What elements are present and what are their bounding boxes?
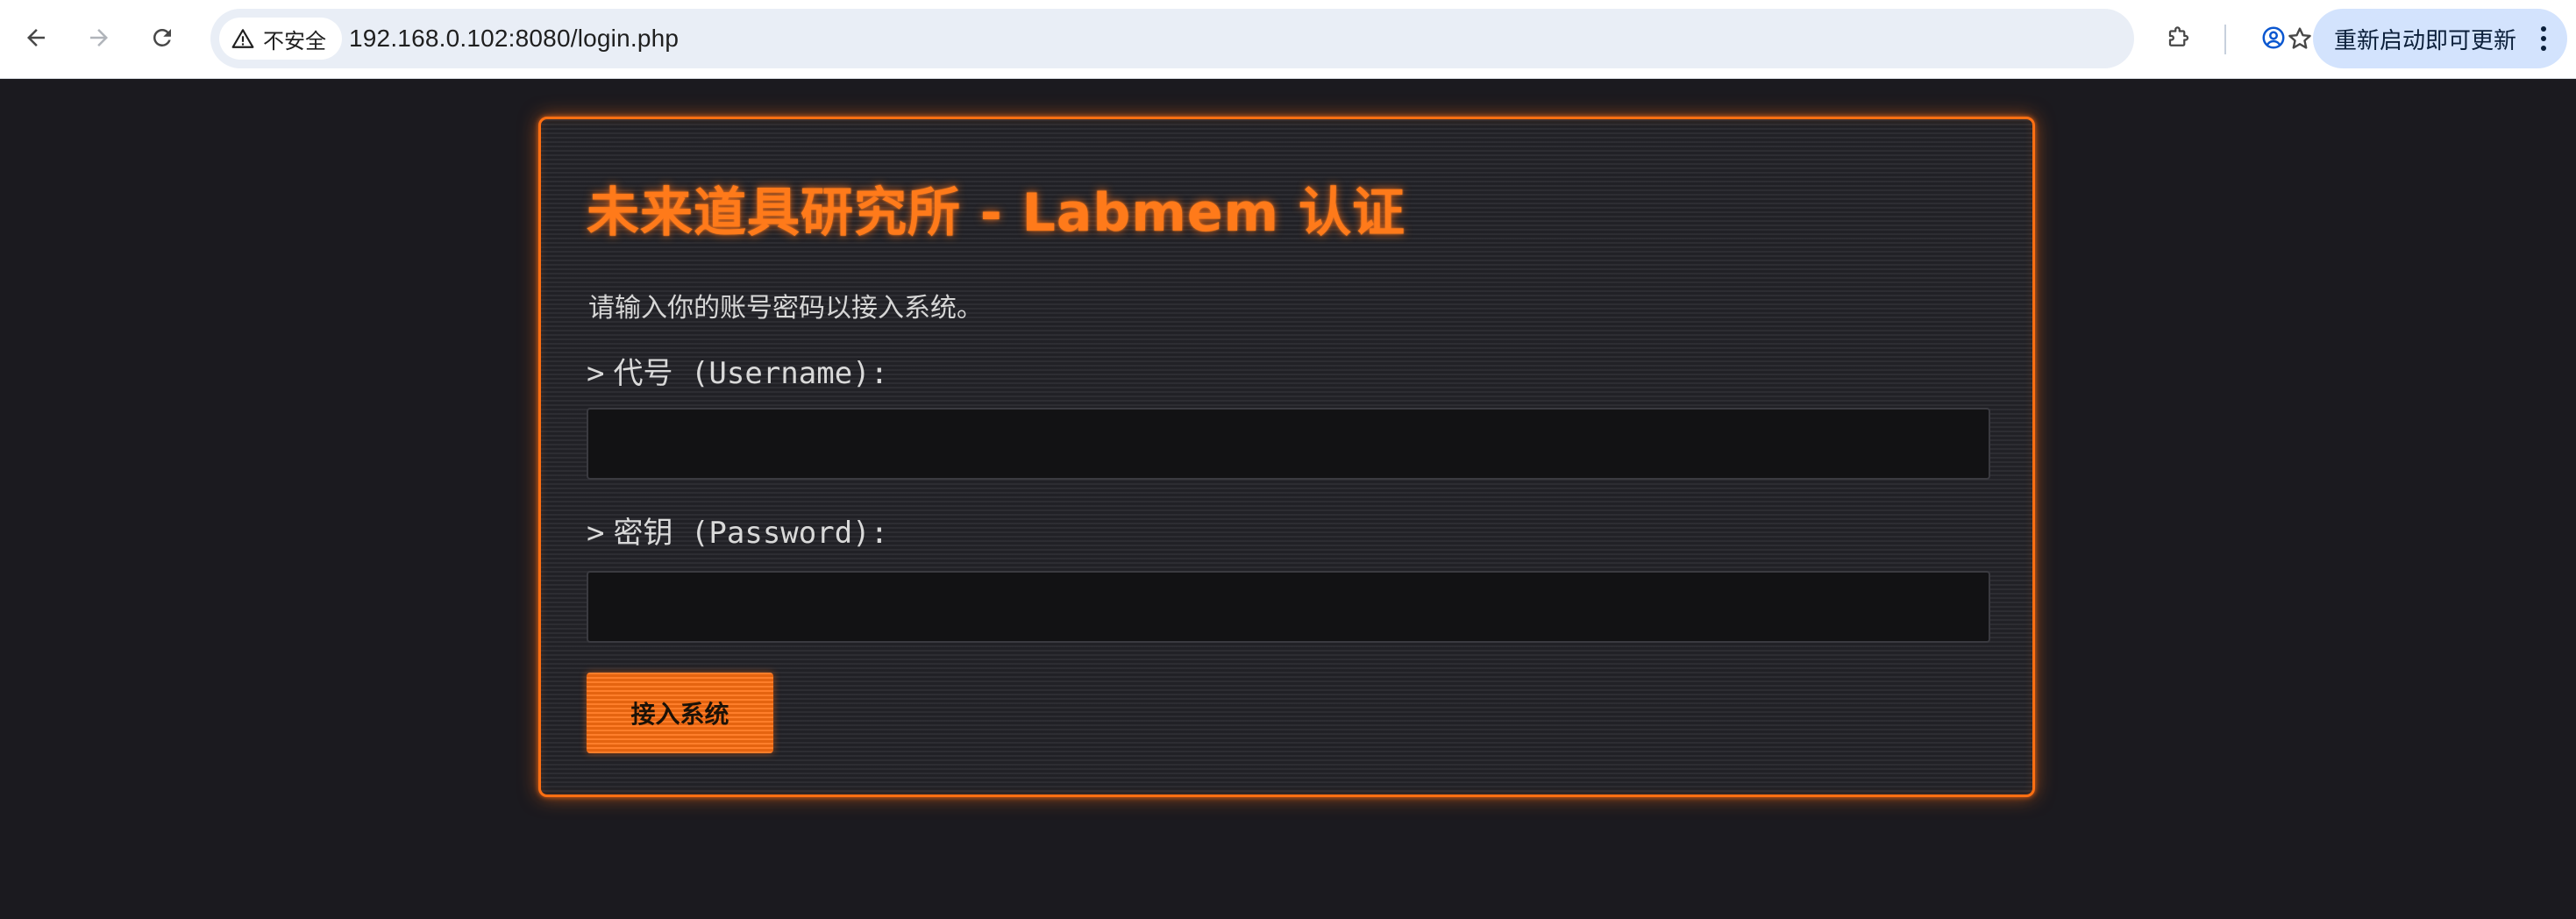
submit-button[interactable]: 接入系统 [587, 673, 773, 753]
login-panel: 未来道具研究所 - Labmem 认证 请输入你的账号密码以接入系统。 > 代号 … [538, 117, 2035, 797]
profile-button[interactable] [2253, 18, 2294, 58]
more-vertical-icon[interactable] [2541, 26, 2546, 51]
page-viewport: 未来道具研究所 - Labmem 认证 请输入你的账号密码以接入系统。 > 代号 … [0, 80, 2576, 919]
update-relaunch-label: 重新启动即可更新 [2334, 26, 2517, 53]
account-circle-icon [2262, 26, 2285, 49]
warning-triangle-icon [231, 29, 254, 48]
username-prompt: > [587, 356, 605, 391]
reload-icon [153, 28, 171, 46]
security-chip[interactable]: 不安全 [219, 18, 342, 60]
username-label-text: 代号 (Username): [613, 356, 889, 391]
url-text[interactable]: 192.168.0.102:8080/login.php [349, 9, 679, 68]
browser-toolbar: 不安全 192.168.0.102:8080/login.php 重新启动即可更… [0, 0, 2576, 79]
arrow-right-icon [90, 29, 108, 46]
username-label: > 代号 (Username): [587, 349, 888, 392]
toolbar-divider [2224, 25, 2226, 54]
extensions-button[interactable] [2159, 18, 2199, 58]
page-title: 未来道具研究所 - Labmem 认证 [587, 182, 1405, 244]
back-button[interactable] [16, 18, 56, 58]
password-label-text: 密钥 (Password): [613, 516, 889, 551]
password-label: > 密钥 (Password): [587, 509, 888, 552]
login-description: 请输入你的账号密码以接入系统。 [588, 294, 983, 323]
forward-button[interactable] [79, 18, 119, 58]
password-input[interactable] [587, 571, 1990, 643]
arrow-left-icon [27, 29, 45, 46]
password-prompt: > [587, 516, 605, 551]
reload-button[interactable] [142, 18, 182, 58]
puzzle-piece-icon [2168, 26, 2189, 46]
address-bar[interactable]: 不安全 192.168.0.102:8080/login.php [210, 9, 2311, 68]
security-chip-label: 不安全 [263, 29, 326, 53]
update-relaunch-button[interactable]: 重新启动即可更新 [2313, 9, 2567, 68]
username-input[interactable] [587, 408, 1990, 480]
